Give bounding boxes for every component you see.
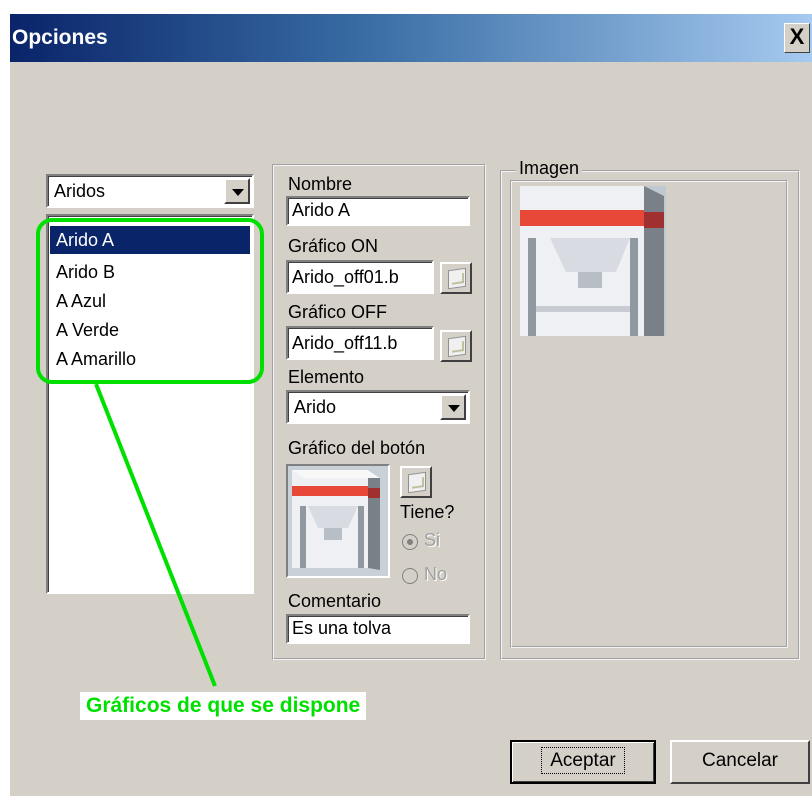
list-highlight-outline (36, 218, 264, 384)
image-preview (520, 186, 666, 336)
accept-button[interactable]: Aceptar (510, 740, 656, 784)
elemento-label: Elemento (288, 367, 365, 387)
elemento-value: Arido (294, 397, 337, 417)
browse-file-icon[interactable] (400, 466, 432, 498)
grafico-off-label: Gráfico OFF (288, 302, 388, 322)
accept-label: Aceptar (541, 747, 625, 774)
nombre-field[interactable]: Arido A (286, 196, 470, 226)
comentario-label: Comentario (288, 591, 382, 611)
grafico-boton-label: Gráfico del botón (288, 438, 426, 458)
nombre-label: Nombre (288, 174, 353, 194)
title-bar[interactable]: Opciones X (10, 14, 812, 62)
elemento-dropdown[interactable]: Arido (286, 390, 470, 424)
annotation-text: Gráficos de que se dispone (86, 694, 361, 717)
grafico-on-label: Gráfico ON (288, 236, 379, 256)
radio-si[interactable] (402, 534, 418, 550)
chevron-down-icon[interactable] (224, 178, 250, 204)
imagen-label: Imagen (516, 158, 583, 179)
browse-file-icon[interactable] (440, 262, 472, 294)
grafico-off-field[interactable]: Arido_off11.b (286, 326, 434, 360)
close-icon: X (789, 24, 805, 49)
category-dropdown[interactable]: Aridos (46, 174, 254, 208)
hopper-icon (520, 186, 666, 336)
window-title: Opciones (12, 26, 108, 49)
cancel-label: Cancelar (701, 750, 779, 771)
cancel-button[interactable]: Cancelar (670, 740, 810, 784)
radio-no[interactable] (402, 568, 418, 584)
close-button[interactable]: X (784, 23, 810, 53)
browse-file-icon[interactable] (440, 330, 472, 362)
hopper-icon (288, 466, 388, 576)
chevron-down-icon[interactable] (440, 394, 466, 420)
radio-si-label: Si (424, 530, 441, 550)
options-dialog: Opciones X Aridos Arido A Arido B A Azul… (10, 14, 812, 796)
annotation-label: Gráficos de que se dispone (80, 692, 367, 720)
category-value: Aridos (54, 181, 106, 201)
grafico-on-field[interactable]: Arido_off01.b (286, 260, 434, 294)
button-graphic-preview (286, 464, 390, 578)
tiene-label: Tiene? (400, 502, 455, 522)
radio-no-label: No (424, 564, 448, 584)
comentario-field[interactable]: Es una tolva (286, 614, 470, 644)
